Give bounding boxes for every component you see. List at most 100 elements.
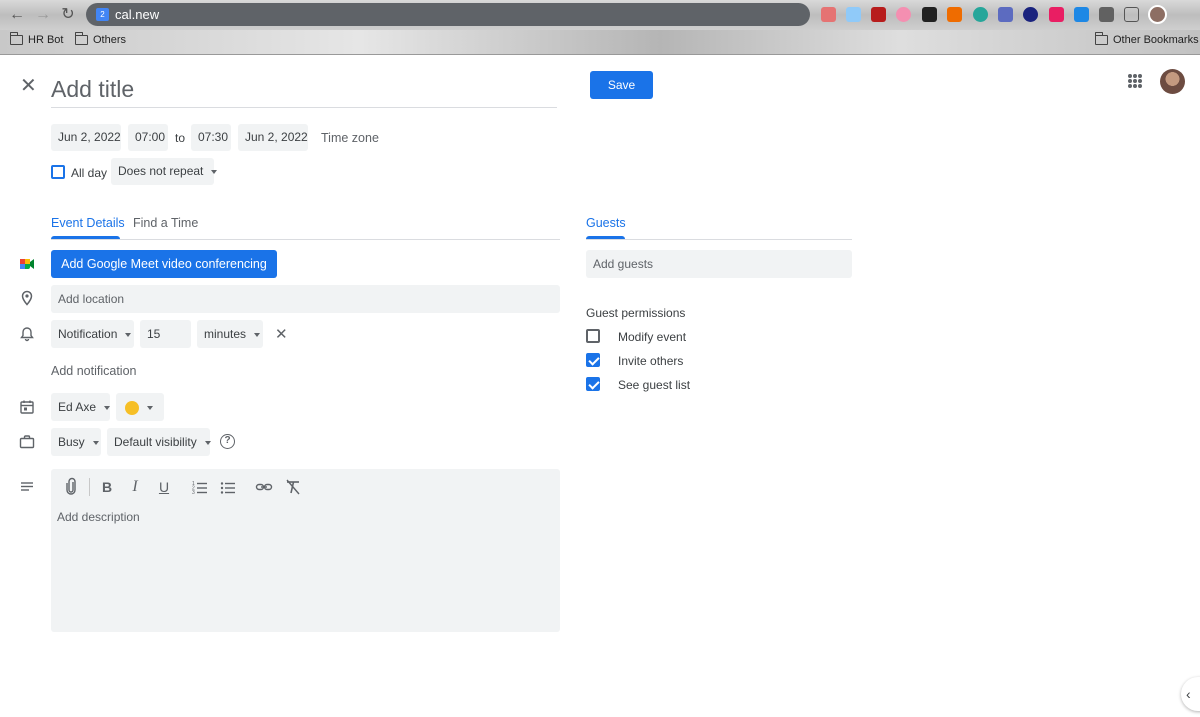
visibility-value: Default visibility bbox=[114, 435, 197, 449]
remove-notification-icon[interactable]: ✕ bbox=[275, 325, 288, 343]
save-button[interactable]: Save bbox=[590, 71, 653, 99]
google-meet-icon bbox=[20, 259, 34, 269]
back-arrow-icon[interactable]: ← bbox=[8, 6, 26, 24]
tabs-divider bbox=[51, 239, 560, 240]
chevron-down-icon bbox=[125, 332, 132, 337]
notification-unit-dropdown[interactable]: minutes bbox=[197, 320, 263, 348]
bookmark-label: Other Bookmarks bbox=[1113, 34, 1199, 46]
permission-label: Modify event bbox=[618, 330, 687, 344]
svg-text:3: 3 bbox=[192, 490, 195, 496]
side-panel-icon[interactable] bbox=[1124, 7, 1139, 22]
numbered-list-icon[interactable]: 1 2 3 bbox=[191, 476, 209, 498]
clear-formatting-icon[interactable] bbox=[284, 476, 302, 498]
location-input[interactable] bbox=[51, 285, 560, 313]
folder-icon bbox=[75, 32, 88, 45]
description-placeholder: Add description bbox=[57, 510, 140, 524]
toolbar-separator bbox=[89, 478, 90, 496]
start-time-field[interactable]: 07:00 bbox=[128, 124, 168, 151]
description-lines-icon bbox=[21, 482, 33, 491]
end-time-field[interactable]: 07:30 bbox=[191, 124, 231, 151]
availability-dropdown[interactable]: Busy bbox=[51, 428, 101, 456]
close-icon[interactable]: ✕ bbox=[20, 76, 37, 96]
tab-find-a-time[interactable]: Find a Time bbox=[133, 216, 198, 230]
chevron-down-icon bbox=[211, 169, 218, 174]
notion-icon[interactable] bbox=[922, 7, 937, 22]
to-label: to bbox=[175, 131, 186, 145]
grammarly-icon[interactable] bbox=[973, 7, 988, 22]
chevron-down-icon bbox=[204, 440, 211, 445]
location-pin-icon bbox=[21, 290, 33, 306]
address-url: cal.new bbox=[115, 7, 160, 22]
repeat-value: Does not repeat bbox=[118, 164, 204, 178]
guest-permissions-title: Guest permissions bbox=[586, 306, 686, 320]
tab-event-details[interactable]: Event Details bbox=[51, 216, 125, 230]
extension-icon[interactable] bbox=[998, 7, 1013, 22]
bookmark-label: HR Bot bbox=[28, 34, 64, 46]
bookmark-others[interactable]: Others bbox=[75, 32, 127, 46]
bell-icon bbox=[20, 327, 34, 342]
extension-icon[interactable] bbox=[896, 7, 911, 22]
time-zone-button[interactable]: Time zone bbox=[321, 131, 379, 145]
chevron-down-icon bbox=[104, 405, 111, 410]
end-date-field[interactable]: Jun 2, 2022 bbox=[238, 124, 308, 151]
reload-icon[interactable]: ↻ bbox=[59, 6, 77, 24]
apps-grid-icon[interactable] bbox=[1128, 74, 1142, 88]
browser-toolbar: ← → ↻ 2 cal.new bbox=[0, 0, 1200, 30]
attachment-icon[interactable] bbox=[62, 476, 80, 498]
guests-divider bbox=[586, 239, 852, 240]
modify-event-checkbox[interactable] bbox=[586, 329, 600, 343]
extension-icon[interactable] bbox=[1074, 7, 1089, 22]
chevron-down-icon bbox=[147, 405, 153, 410]
calendar-owner-dropdown[interactable]: Ed Axe bbox=[51, 393, 111, 421]
calendar-icon bbox=[20, 400, 34, 414]
title-input[interactable] bbox=[51, 72, 557, 108]
bookmark-label: Others bbox=[93, 34, 127, 46]
see-guest-list-checkbox[interactable] bbox=[586, 377, 600, 391]
add-guests-input[interactable] bbox=[586, 250, 852, 278]
permission-label: See guest list bbox=[618, 378, 691, 392]
bold-icon[interactable]: B bbox=[98, 476, 116, 498]
all-day-label: All day bbox=[71, 166, 108, 180]
extension-icon[interactable] bbox=[1023, 7, 1038, 22]
extension-icon[interactable] bbox=[846, 7, 861, 22]
bulleted-list-icon[interactable] bbox=[219, 476, 237, 498]
availability-value: Busy bbox=[58, 435, 85, 449]
all-day-checkbox[interactable] bbox=[51, 165, 65, 179]
bookmarks-bar bbox=[0, 30, 1200, 55]
briefcase-icon bbox=[19, 435, 35, 449]
underline-icon[interactable]: U bbox=[155, 476, 173, 498]
add-google-meet-button[interactable]: Add Google Meet video conferencing bbox=[51, 250, 277, 278]
start-date-field[interactable]: Jun 2, 2022 bbox=[51, 124, 121, 151]
notification-unit-value: minutes bbox=[204, 327, 247, 341]
invite-others-checkbox[interactable] bbox=[586, 353, 600, 367]
permission-label: Invite others bbox=[618, 354, 684, 368]
bookmark-hr-bot[interactable]: HR Bot bbox=[10, 32, 64, 46]
event-color-dropdown[interactable] bbox=[116, 393, 164, 421]
event-color-swatch bbox=[125, 400, 139, 415]
bookmark-other-bookmarks[interactable]: Other Bookmarks bbox=[1095, 32, 1199, 46]
extension-icon[interactable] bbox=[871, 7, 886, 22]
extension-icon[interactable] bbox=[821, 7, 836, 22]
puzzle-extensions-icon[interactable] bbox=[1099, 7, 1114, 22]
calendar-owner-value: Ed Axe bbox=[58, 400, 97, 414]
folder-icon bbox=[10, 32, 23, 45]
extension-icon[interactable] bbox=[1049, 7, 1064, 22]
calendar-favicon-icon: 2 bbox=[96, 8, 109, 21]
address-bar[interactable]: 2 cal.new bbox=[86, 3, 810, 26]
tab-guests[interactable]: Guests bbox=[586, 216, 626, 230]
add-notification-link[interactable]: Add notification bbox=[51, 364, 136, 378]
folder-icon bbox=[1095, 32, 1108, 45]
notification-type-dropdown[interactable]: Notification bbox=[51, 320, 134, 348]
help-icon[interactable]: ? bbox=[220, 434, 235, 449]
forward-arrow-icon[interactable]: → bbox=[34, 6, 52, 24]
metamask-icon[interactable] bbox=[947, 7, 962, 22]
visibility-dropdown[interactable]: Default visibility bbox=[107, 428, 211, 456]
notification-amount-input[interactable]: 15 bbox=[140, 320, 191, 348]
chevron-left-icon[interactable]: ‹ bbox=[1181, 677, 1200, 711]
italic-icon[interactable]: I bbox=[126, 476, 144, 498]
chevron-down-icon bbox=[254, 332, 261, 337]
link-icon[interactable] bbox=[255, 476, 273, 498]
account-avatar[interactable] bbox=[1160, 69, 1185, 94]
browser-profile-avatar[interactable] bbox=[1148, 5, 1167, 24]
repeat-dropdown[interactable]: Does not repeat bbox=[111, 158, 218, 185]
